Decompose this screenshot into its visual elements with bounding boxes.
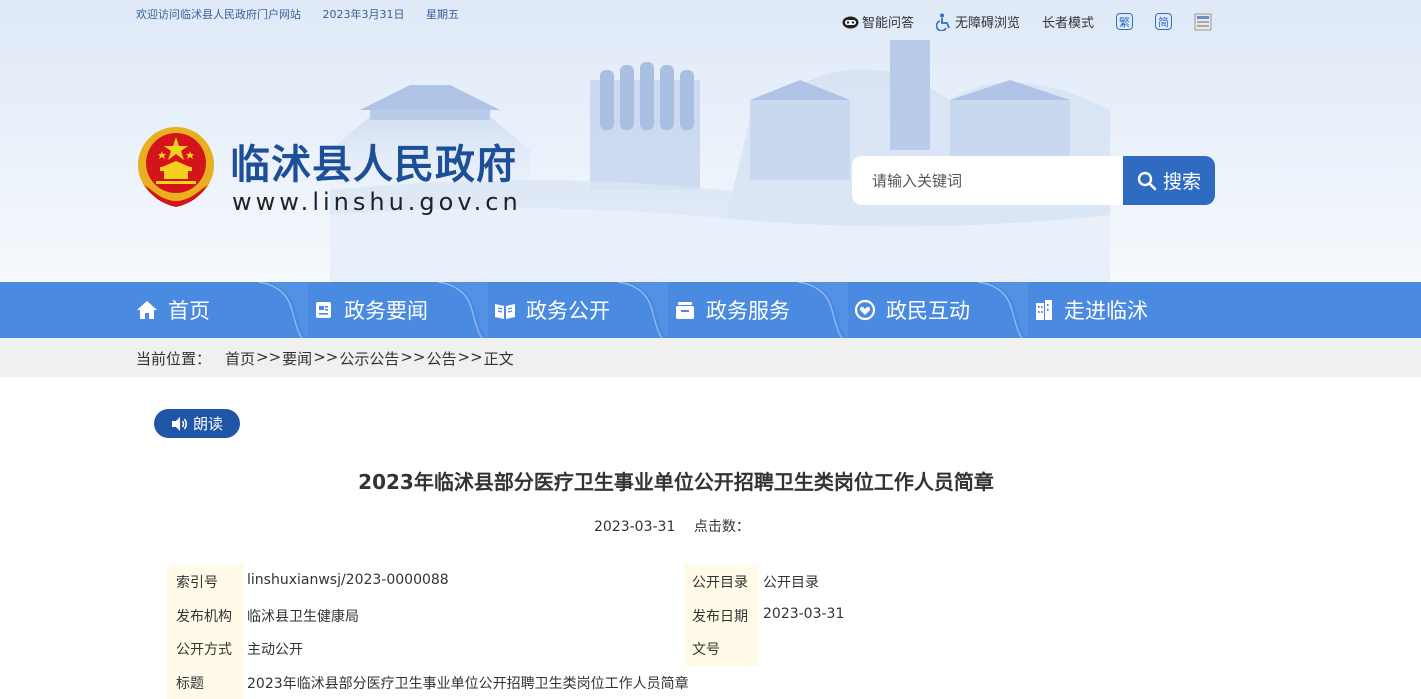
search-input[interactable] xyxy=(852,156,1124,205)
breadcrumb-separator: >> xyxy=(256,348,282,366)
nav-item-services[interactable]: 政务服务 xyxy=(674,282,854,338)
news-icon xyxy=(314,300,334,320)
wheelchair-icon xyxy=(935,13,952,31)
breadcrumb-bar: 当前位置： 首页 >> 要闻 >> 公示公告 >> 公告 >> 正文 xyxy=(0,338,1421,377)
nav-separator xyxy=(258,282,308,338)
building-icon xyxy=(1034,299,1054,321)
click-count-label: 点击数： xyxy=(693,519,750,535)
docno-label: 文号 xyxy=(684,632,759,666)
site-url: www.linshu.gov.cn xyxy=(232,188,522,216)
service-icon xyxy=(674,300,696,320)
search-button[interactable]: 搜索 xyxy=(1123,156,1215,205)
breadcrumb-home[interactable]: 首页 xyxy=(225,348,255,369)
docno-value xyxy=(759,632,1199,666)
pubdate-label: 发布日期 xyxy=(684,598,759,632)
book-icon xyxy=(494,300,516,320)
breadcrumb-separator: >> xyxy=(457,348,483,366)
breadcrumb-current[interactable]: 正文 xyxy=(484,348,514,369)
index-label: 索引号 xyxy=(167,565,244,599)
article-date: 2023-03-31 xyxy=(594,519,676,535)
breadcrumb-lead: 当前位置： xyxy=(136,350,212,368)
elder-mode-link[interactable]: 长者模式 xyxy=(1042,12,1094,31)
current-date: 2023年3月31日 xyxy=(322,8,405,21)
nav-item-home[interactable]: 首页 xyxy=(136,282,314,338)
table-row: 索引号 linshuxianwsj/2023-0000088 公开目录 公开目录 xyxy=(167,565,1215,599)
interaction-icon xyxy=(854,299,876,321)
home-icon xyxy=(136,300,158,320)
qa-link[interactable]: 智能问答 xyxy=(842,12,914,31)
article-meta: 2023-03-31 点击数： xyxy=(594,516,764,536)
subject-label: 标题 xyxy=(167,665,244,699)
welcome-text: 欢迎访问临沭县人民政府门户网站 xyxy=(136,8,301,21)
nav-item-open-gov[interactable]: 政务公开 xyxy=(494,282,674,338)
table-row: 公开方式 主动公开 文号 xyxy=(167,632,1215,666)
mode-value: 主动公开 xyxy=(247,642,303,658)
nav-label: 政务公开 xyxy=(526,299,610,323)
breadcrumb-announcement[interactable]: 公告 xyxy=(426,348,456,369)
robot-icon xyxy=(842,14,859,29)
mode-label: 公开方式 xyxy=(167,632,244,666)
breadcrumb-news[interactable]: 要闻 xyxy=(282,348,312,369)
elder-label: 长者模式 xyxy=(1041,16,1094,31)
site-title: 临沭县人民政府 xyxy=(230,142,517,188)
breadcrumb-notices[interactable]: 公示公告 xyxy=(339,348,399,369)
speaker-icon xyxy=(171,416,187,431)
simplified-chinese-button[interactable]: 简 xyxy=(1155,13,1172,30)
national-emblem-logo[interactable] xyxy=(136,123,216,211)
accessible-label: 无障碍浏览 xyxy=(954,16,1020,31)
table-row: 发布机构 临沭县卫生健康局 发布日期 2023-03-31 xyxy=(167,598,1215,632)
index-value: linshuxianwsj/2023-0000088 xyxy=(247,572,449,588)
search-button-label: 搜索 xyxy=(1162,171,1201,193)
nav-separator xyxy=(618,282,668,338)
nav-label: 政务要闻 xyxy=(344,299,428,323)
nav-separator xyxy=(438,282,488,338)
site-header: 欢迎访问临沭县人民政府门户网站 2023年3月31日 星期五 智能问答 无障碍浏… xyxy=(0,0,1421,282)
welcome-bar: 欢迎访问临沭县人民政府门户网站 2023年3月31日 星期五 xyxy=(136,6,477,22)
breadcrumb-separator: >> xyxy=(313,348,339,366)
qa-label: 智能问答 xyxy=(861,16,914,31)
accessibility-toolbar: 智能问答 无障碍浏览 长者模式 繁 简 xyxy=(820,12,1215,31)
traditional-chinese-button[interactable]: 繁 xyxy=(1116,13,1133,30)
org-value: 临沭县卫生健康局 xyxy=(247,608,359,625)
search-icon xyxy=(1137,171,1157,190)
nav-item-interaction[interactable]: 政民互动 xyxy=(854,282,1034,338)
breadcrumb-separator: >> xyxy=(400,348,426,366)
nav-label: 走进临沭 xyxy=(1064,299,1148,323)
nav-separator xyxy=(978,282,1028,338)
catalog-label: 公开目录 xyxy=(684,565,759,599)
pubdate-value: 2023-03-31 xyxy=(763,605,845,622)
article-title: 2023年临沭县部分医疗卫生事业单位公开招聘卫生类岗位工作人员简章 xyxy=(358,470,994,494)
org-label: 发布机构 xyxy=(167,598,244,632)
nav-item-news[interactable]: 政务要闻 xyxy=(314,282,494,338)
table-row: 标题 2023年临沭县部分医疗卫生事业单位公开招聘卫生类岗位工作人员简章 xyxy=(167,665,1215,699)
catalog-value: 公开目录 xyxy=(763,575,819,591)
subject-value: 2023年临沭县部分医疗卫生事业单位公开招聘卫生类岗位工作人员简章 xyxy=(247,675,689,692)
read-aloud-button[interactable]: 朗读 xyxy=(154,409,240,438)
read-aloud-label: 朗读 xyxy=(192,415,223,433)
main-nav: 首页 政务要闻 政务公开 政务服务 政民互动 走进临沭 xyxy=(0,282,1421,338)
nav-separator xyxy=(798,282,848,338)
accessible-browse-link[interactable]: 无障碍浏览 xyxy=(935,12,1020,31)
nav-label: 政务服务 xyxy=(706,299,790,323)
nav-label: 政民互动 xyxy=(886,299,970,323)
breadcrumb: 当前位置： 首页 >> 要闻 >> 公示公告 >> 公告 >> 正文 xyxy=(136,348,514,369)
nav-label: 首页 xyxy=(168,299,210,323)
current-weekday: 星期五 xyxy=(426,8,459,21)
nav-item-about-linshu[interactable]: 走进临沭 xyxy=(1034,282,1214,338)
gov-badge-link[interactable] xyxy=(1194,13,1215,31)
info-table: 索引号 linshuxianwsj/2023-0000088 公开目录 公开目录… xyxy=(167,565,1215,699)
gov-badge-icon xyxy=(1194,13,1212,31)
